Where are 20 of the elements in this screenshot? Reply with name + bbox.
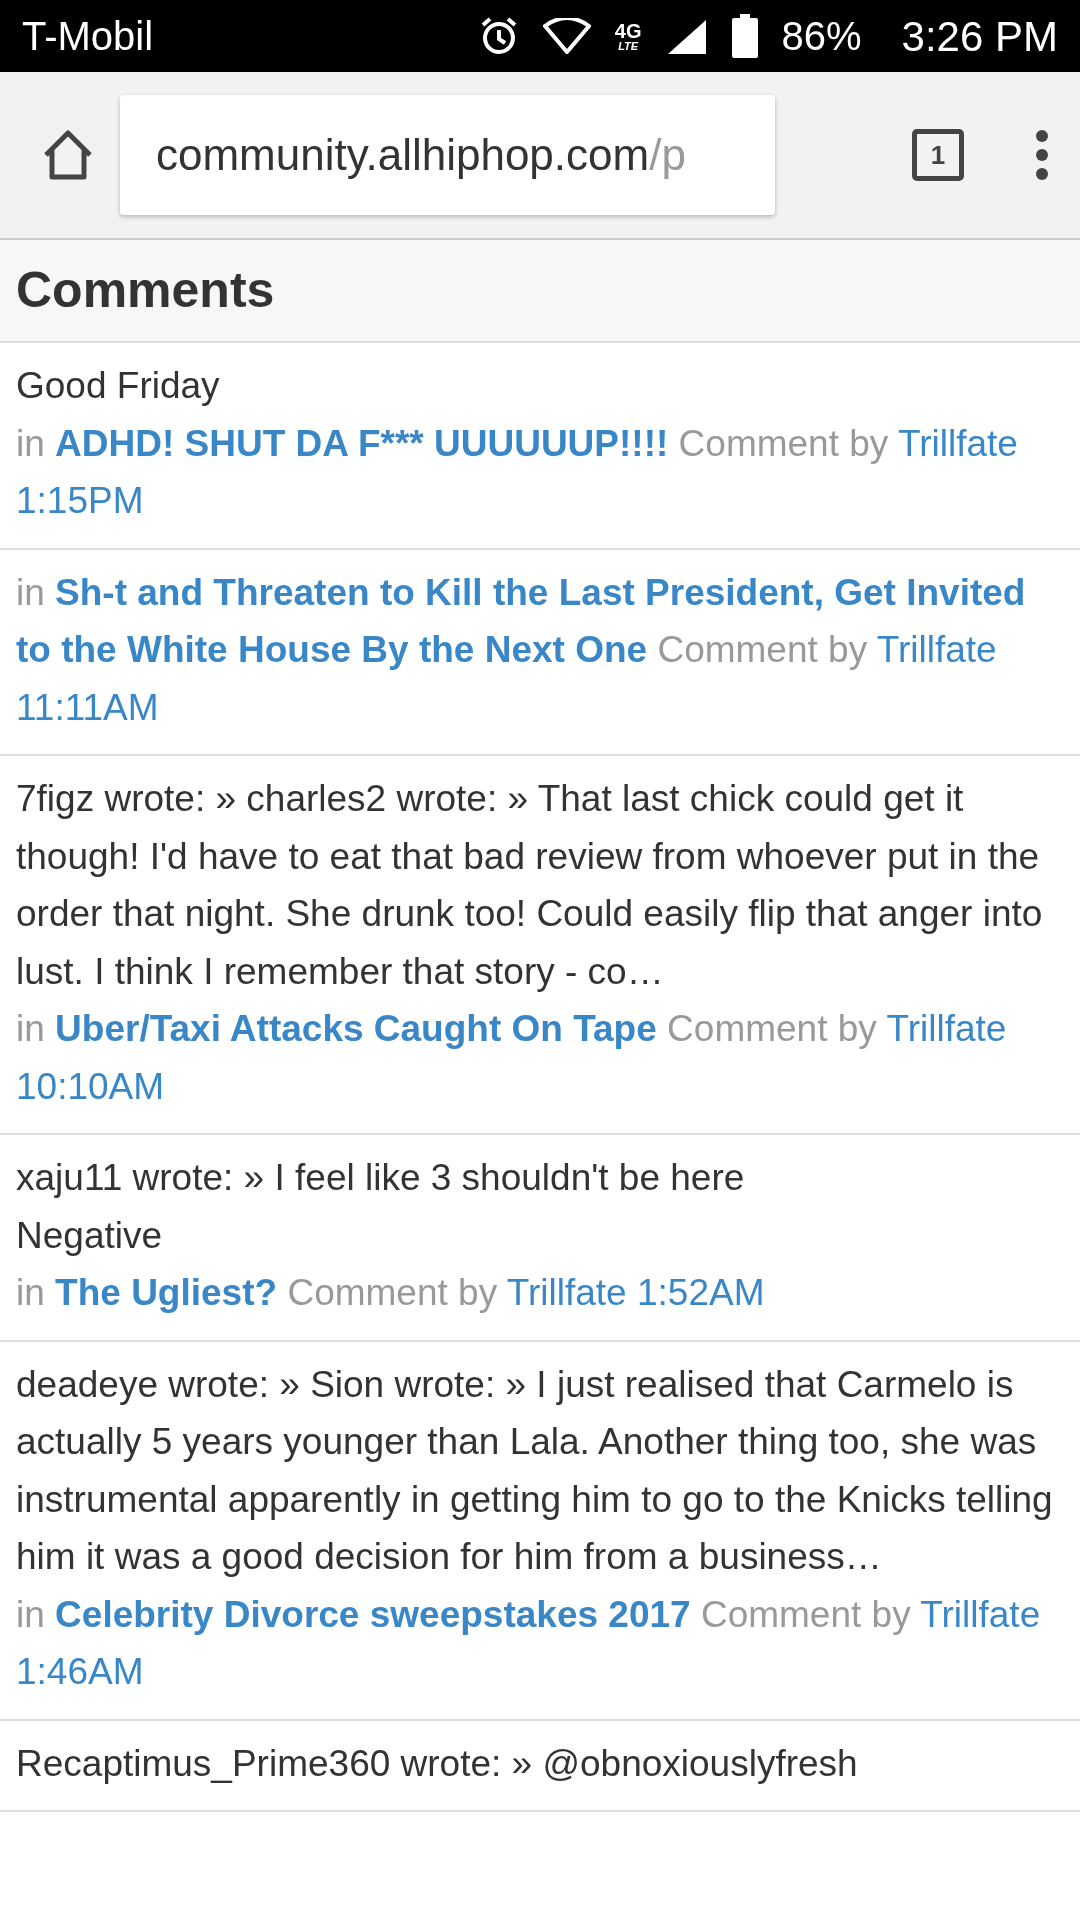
comment-meta: in Sh-t and Threaten to Kill the Last President, Get Invited to the White House By the Next One Comment by Trillfate 11:11AM bbox=[16, 570, 1027, 730]
comment-text: Good Friday bbox=[16, 364, 221, 408]
menu-icon[interactable] bbox=[1034, 129, 1050, 181]
comment-text: deadeye wrote: » Sion wrote: » I just realised that Carmelo is actually 5 years younger than Lala. Another thing too, she was instrumental apparently in getting him to go to the Knicks telling him it was a good decision for him from a business… bbox=[16, 1362, 1054, 1579]
wifi-icon bbox=[542, 18, 591, 54]
comment-meta: in Celebrity Divorce sweepstakes 2017 Comment by Trillfate 1:46AM bbox=[16, 1592, 1042, 1694]
section-heading: Comments bbox=[16, 261, 275, 320]
address-bar[interactable]: community.allhiphop.com/p bbox=[120, 95, 775, 215]
comment-meta: in The Ugliest? Comment by Trillfate 1:52AM bbox=[16, 1271, 766, 1315]
clock-time: 3:26 PM bbox=[901, 11, 1058, 62]
comment-text: xaju11 wrote: » I feel like 3 shouldn't be here Negative bbox=[16, 1156, 746, 1258]
battery-icon bbox=[731, 14, 758, 58]
comment-meta: in ADHD! SHUT DA F*** UUUUUUP!!!! Comment by Trillfate 1:15PM bbox=[16, 421, 1019, 523]
network-type-label: 4G LTE bbox=[614, 20, 642, 52]
carrier-name: T-Mobil bbox=[22, 13, 154, 60]
comment-meta: in Uber/Taxi Attacks Caught On Tape Comment by Trillfate 10:10AM bbox=[16, 1007, 1008, 1109]
tab-switcher-button[interactable]: 1 bbox=[912, 129, 964, 181]
battery-percentage: 86% bbox=[781, 13, 862, 60]
comment-text: 7figz wrote: » charles2 wrote: » That last chick could get it though! I'd have to eat that bad review from whoever put in the order that night. She drunk too! Could easily flip that anger into lust. I think I remember that story - co… bbox=[16, 777, 1044, 994]
comment-text: Recaptimus_Prime360 wrote: » @obnoxiouslyfresh bbox=[16, 1741, 859, 1786]
